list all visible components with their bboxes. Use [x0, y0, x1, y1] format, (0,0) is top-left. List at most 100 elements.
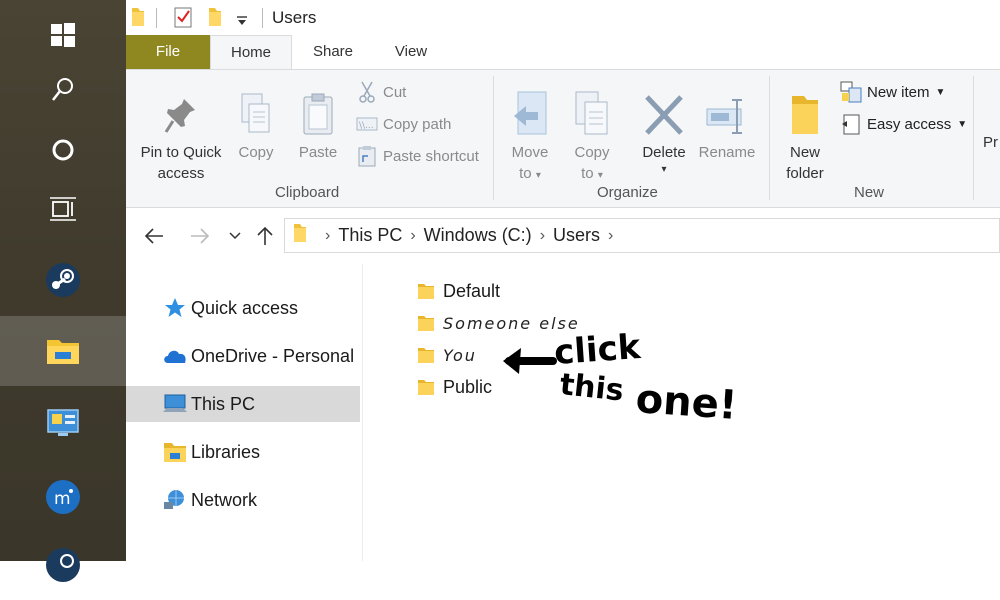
copy-to-label-line2: to ▾	[581, 165, 603, 182]
cut-label: Cut	[383, 83, 407, 101]
copy-label: Copy	[238, 144, 274, 161]
copy-to-button[interactable]: Copy to ▾	[568, 82, 616, 186]
navigation-pane: Quick access OneDrive - Personal This PC…	[126, 264, 363, 561]
svg-text:m: m	[54, 489, 71, 509]
list-item-default[interactable]: Default	[417, 277, 500, 305]
folder-icon	[418, 284, 434, 299]
copy-path-icon: \\...	[356, 113, 378, 135]
delete-button[interactable]: Delete ▾	[638, 82, 690, 177]
new-item-button[interactable]: New item ▼	[840, 80, 945, 104]
cut-button[interactable]: Cut	[356, 80, 406, 104]
easy-access-dropdown-icon: ▼	[957, 118, 968, 130]
nav-item-libraries[interactable]: Libraries	[126, 434, 360, 470]
musescore-icon[interactable]: m	[0, 462, 126, 532]
breadcrumb-users[interactable]: Users	[553, 225, 600, 246]
paste-shortcut-label: Paste shortcut	[383, 147, 479, 165]
nav-item-quick-access[interactable]: Quick access	[126, 290, 360, 326]
copy-icon	[230, 82, 282, 136]
copy-path-button[interactable]: \\... Copy path	[356, 112, 451, 136]
file-name: Public	[443, 376, 493, 397]
tab-view[interactable]: View	[386, 35, 436, 69]
new-item-dropdown-icon: ▼	[935, 86, 946, 98]
breadcrumb-this-pc[interactable]: This PC	[338, 225, 402, 246]
star-icon	[162, 295, 188, 321]
tab-home[interactable]: Home	[210, 35, 292, 69]
move-to-label-line2: to ▾	[519, 165, 541, 182]
new-item-label: New item	[867, 83, 930, 101]
new-item-icon	[840, 81, 862, 103]
ribbon-separator-2	[769, 76, 770, 200]
address-folder-icon	[293, 223, 307, 248]
list-item-you[interactable]: You	[417, 341, 477, 369]
properties-partial-label[interactable]: Pr	[983, 134, 998, 151]
folder-icon	[418, 348, 434, 363]
pin-to-quick-access-button[interactable]: Pin to Quick access	[136, 82, 226, 184]
new-group-label: New	[854, 184, 885, 201]
easy-access-label: Easy access	[867, 115, 952, 133]
address-bar[interactable]: › This PC › Windows (C:) › Users ›	[284, 218, 1000, 253]
pin-label-line2: access	[157, 165, 205, 182]
copy-to-label-line1: Copy	[574, 144, 610, 161]
delete-label: Delete	[642, 144, 686, 161]
move-to-button[interactable]: Move to ▾	[506, 82, 554, 186]
control-panel-icon[interactable]	[0, 388, 126, 458]
new-folder-button[interactable]: New folder	[778, 82, 832, 184]
paste-shortcut-icon	[356, 145, 378, 167]
steam-icon[interactable]	[0, 245, 126, 315]
copy-to-icon	[568, 82, 616, 136]
easy-access-icon	[840, 113, 862, 135]
pin-label-line1: Pin to Quick	[140, 144, 222, 161]
file-name: Default	[443, 280, 501, 301]
new-folder-qat-icon[interactable]	[208, 7, 222, 32]
new-folder-label-line1: New	[789, 144, 820, 161]
tab-file[interactable]: File	[126, 35, 210, 69]
properties-icon[interactable]	[174, 6, 192, 33]
folder-icon	[131, 7, 145, 32]
network-icon	[162, 487, 188, 513]
cloud-icon	[162, 343, 188, 369]
copy-button[interactable]: Copy	[230, 82, 282, 163]
paste-button[interactable]: Paste	[292, 82, 344, 163]
rename-button[interactable]: Rename	[696, 82, 758, 163]
paste-shortcut-button[interactable]: Paste shortcut	[356, 144, 479, 168]
clipboard-icon	[292, 82, 344, 136]
pin-icon	[136, 82, 226, 136]
list-item-public[interactable]: Public	[417, 373, 492, 401]
up-arrow-icon[interactable]	[251, 222, 279, 250]
navigation-bar: › This PC › Windows (C:) › Users ›	[126, 208, 1000, 264]
paste-label: Paste	[298, 144, 338, 161]
nav-item-network[interactable]: Network	[126, 482, 360, 518]
new-folder-icon	[778, 82, 832, 136]
delete-dropdown-icon[interactable]: ▾	[638, 163, 690, 177]
rename-label: Rename	[698, 144, 756, 161]
task-view-icon[interactable]	[0, 174, 126, 244]
folder-icon	[418, 316, 434, 331]
chevron-right-icon[interactable]: ›	[325, 227, 330, 245]
recent-locations-chevron-icon[interactable]	[221, 222, 249, 250]
ribbon-separator-3	[973, 76, 974, 200]
nav-label: Quick access	[191, 297, 299, 318]
title-bar: Users	[126, 0, 1000, 35]
file-name-handwritten: Someone else	[443, 313, 580, 333]
ribbon-tabs: File Home Share View	[126, 35, 1000, 69]
svg-text:\\...: \\...	[359, 121, 374, 131]
tab-share[interactable]: Share	[304, 35, 362, 69]
steam-icon-2[interactable]	[0, 530, 126, 600]
new-folder-label-line2: folder	[786, 165, 824, 182]
breadcrumb-windows-c[interactable]: Windows (C:)	[424, 225, 532, 246]
back-arrow-icon[interactable]	[140, 222, 168, 250]
nav-item-onedrive[interactable]: OneDrive - Personal	[126, 338, 360, 374]
chevron-right-icon[interactable]: ›	[540, 227, 545, 245]
easy-access-button[interactable]: Easy access ▼	[840, 112, 967, 136]
chevron-right-icon[interactable]: ›	[608, 227, 613, 245]
scissors-icon	[356, 81, 378, 103]
qat-separator-2	[262, 8, 263, 28]
copy-path-label: Copy path	[383, 115, 452, 133]
customize-qat-icon[interactable]	[236, 13, 248, 31]
nav-item-this-pc[interactable]: This PC	[126, 386, 360, 422]
file-explorer-icon[interactable]	[0, 316, 126, 386]
forward-arrow-icon[interactable]	[186, 222, 214, 250]
nav-label: This PC	[191, 393, 256, 414]
list-item-someone-else[interactable]: Someone else	[417, 309, 580, 337]
chevron-right-icon[interactable]: ›	[410, 227, 415, 245]
